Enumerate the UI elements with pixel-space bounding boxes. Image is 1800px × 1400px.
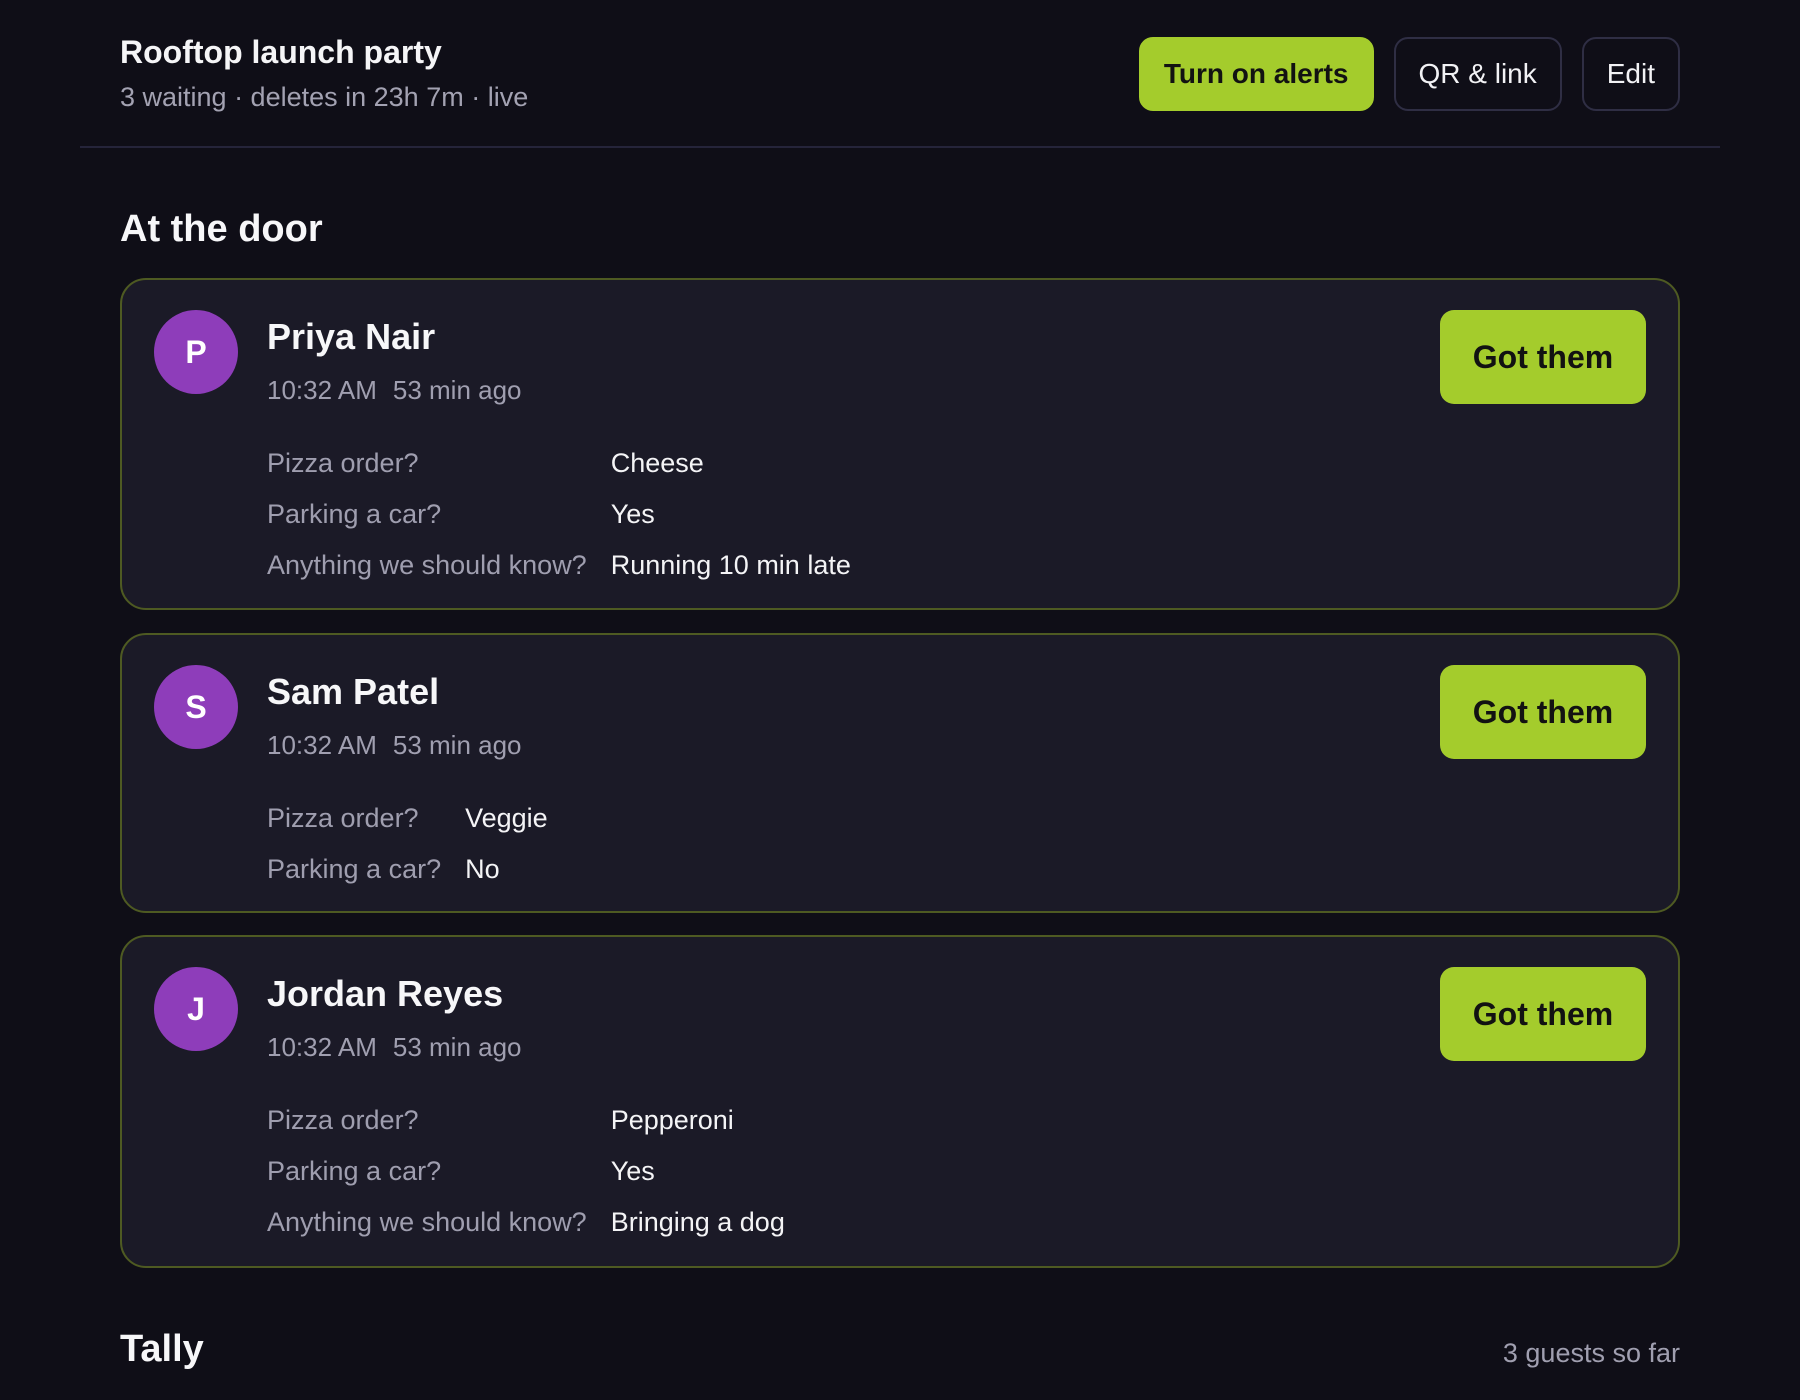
- question-label: Parking a car?: [267, 1156, 442, 1186]
- guest-card: P Priya Nair 10:32 AM 53 min ago Got them…: [120, 278, 1680, 610]
- arrival-clock: 10:32 AM: [267, 1032, 377, 1062]
- question-label: Anything we should know?: [267, 1207, 587, 1237]
- edit-button[interactable]: Edit: [1581, 37, 1680, 111]
- guest-count: 3 guests so far: [1502, 1338, 1680, 1368]
- question-label: Pizza order?: [267, 803, 419, 833]
- answer-value: Veggie: [465, 803, 548, 833]
- avatar: S: [154, 665, 238, 749]
- answer-value: Yes: [610, 499, 655, 529]
- section-title-tally: Tally: [120, 1328, 204, 1370]
- guest-name: Sam Patel: [267, 671, 440, 712]
- question-label: Pizza order?: [267, 1105, 419, 1135]
- got-them-button[interactable]: Got them: [1440, 967, 1646, 1061]
- arrival-ago: 53 min ago: [392, 375, 522, 405]
- section-title-at-the-door: At the door: [120, 208, 323, 250]
- got-them-button[interactable]: Got them: [1440, 665, 1646, 759]
- arrival-ago: 53 min ago: [392, 730, 522, 760]
- avatar: J: [154, 967, 238, 1051]
- question-label: Parking a car?: [267, 854, 442, 884]
- qr-link-button[interactable]: QR & link: [1393, 37, 1562, 111]
- answer-value: Cheese: [610, 448, 704, 478]
- arrival-clock: 10:32 AM: [267, 375, 377, 405]
- guest-answers: Pizza order? Veggie Parking a car? No: [267, 793, 548, 895]
- answer-value: Yes: [610, 1156, 655, 1186]
- arrival-ago: 53 min ago: [392, 1032, 522, 1062]
- guest-name: Priya Nair: [267, 316, 436, 357]
- guest-card: S Sam Patel 10:32 AM 53 min ago Got them …: [120, 633, 1680, 913]
- header-actions: Turn on alerts QR & link Edit: [1138, 37, 1680, 111]
- header: Rooftop launch party 3 waiting · deletes…: [80, 0, 1720, 148]
- question-label: Anything we should know?: [267, 550, 587, 580]
- arrival-clock: 10:32 AM: [267, 730, 377, 760]
- guest-name: Jordan Reyes: [267, 973, 504, 1014]
- got-them-button[interactable]: Got them: [1440, 310, 1646, 404]
- answer-value: No: [465, 854, 500, 884]
- arrival-time: 10:32 AM 53 min ago: [267, 375, 522, 406]
- question-label: Pizza order?: [267, 448, 419, 478]
- arrival-time: 10:32 AM 53 min ago: [267, 730, 522, 761]
- guest-answers: Pizza order? Pepperoni Parking a car? Ye…: [267, 1095, 785, 1248]
- event-title: Rooftop launch party: [120, 34, 442, 70]
- avatar: P: [154, 310, 238, 394]
- question-label: Parking a car?: [267, 499, 442, 529]
- turn-on-alerts-button[interactable]: Turn on alerts: [1138, 37, 1374, 111]
- answer-value: Running 10 min late: [610, 550, 851, 580]
- answer-value: Pepperoni: [610, 1105, 734, 1135]
- guest-answers: Pizza order? Cheese Parking a car? Yes A…: [267, 438, 851, 591]
- arrival-time: 10:32 AM 53 min ago: [267, 1032, 522, 1063]
- event-status: 3 waiting · deletes in 23h 7m · live: [120, 82, 529, 112]
- page: Rooftop launch party 3 waiting · deletes…: [0, 0, 1800, 1400]
- answer-value: Bringing a dog: [610, 1207, 785, 1237]
- guest-card: J Jordan Reyes 10:32 AM 53 min ago Got th…: [120, 935, 1680, 1268]
